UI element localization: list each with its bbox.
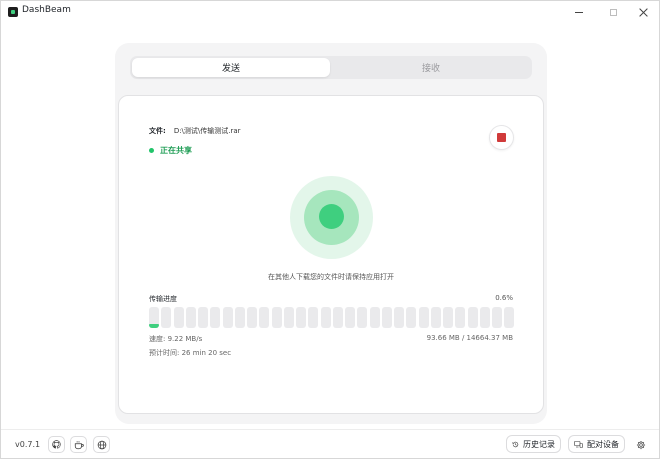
progress-block <box>222 307 233 328</box>
file-path: D:\测试\传输测试.rar <box>173 127 241 135</box>
github-button[interactable] <box>48 436 65 453</box>
history-button[interactable]: 历史记录 <box>506 435 561 453</box>
progress-block-fill <box>149 324 159 328</box>
progress-block <box>210 307 221 328</box>
history-icon <box>512 441 519 447</box>
coffee-button[interactable] <box>70 436 87 453</box>
maximize-button[interactable] <box>597 1 629 23</box>
progress-block <box>430 307 441 328</box>
history-label: 历史记录 <box>523 439 555 449</box>
progress-block <box>492 307 502 328</box>
status-text: 正在共享 <box>160 146 192 155</box>
devices-icon <box>574 440 583 448</box>
progress-block <box>185 307 196 328</box>
minimize-icon <box>575 11 583 13</box>
progress-block <box>443 307 453 328</box>
progress-block <box>504 307 515 328</box>
file-info: 文件: D:\测试\传输测试.rar <box>149 126 241 136</box>
transfer-speed: 速度: 9.22 MB/s <box>149 335 203 343</box>
file-label: 文件: <box>149 127 166 135</box>
close-button[interactable] <box>627 1 659 23</box>
app-title: DashBeam <box>22 5 71 15</box>
tab-receive[interactable]: 接收 <box>332 58 530 77</box>
progress-percent: 0.6% <box>495 294 513 302</box>
progress-block <box>308 307 319 328</box>
coffee-icon <box>74 440 84 449</box>
progress-block <box>332 307 343 328</box>
stop-icon <box>497 133 506 142</box>
status-dot-icon <box>149 148 154 153</box>
progress-block <box>173 307 184 328</box>
stop-sharing-button[interactable] <box>489 125 514 150</box>
progress-block <box>369 307 380 328</box>
pair-devices-button[interactable]: 配对设备 <box>568 435 625 453</box>
progress-block <box>296 307 306 328</box>
footer-divider <box>1 429 659 430</box>
pulse-core <box>319 204 344 229</box>
minimize-button[interactable] <box>563 1 595 23</box>
transfer-eta: 预计时间: 26 min 20 sec <box>149 349 232 357</box>
progress-block <box>455 307 466 328</box>
progress-block <box>161 307 172 328</box>
language-button[interactable] <box>93 436 110 453</box>
progress-block <box>247 307 257 328</box>
progress-blocks <box>149 307 517 328</box>
progress-block <box>259 307 270 328</box>
progress-block <box>345 307 355 328</box>
globe-icon <box>97 440 106 449</box>
progress-block <box>271 307 282 328</box>
progress-block <box>283 307 294 328</box>
progress-block <box>320 307 331 328</box>
progress-block <box>467 307 478 328</box>
github-icon <box>52 440 61 449</box>
progress-block <box>418 307 429 328</box>
keep-open-hint: 在其他人下载您的文件时请保持应用打开 <box>268 273 394 281</box>
gear-icon <box>636 440 645 449</box>
dashbeam-logo-icon <box>8 7 18 17</box>
transfer-bytes: 93.66 MB / 14664.37 MB <box>426 334 513 342</box>
pair-label: 配对设备 <box>587 439 619 449</box>
maximize-icon <box>609 8 617 16</box>
progress-block <box>198 307 208 328</box>
app-window: DashBeam 发送 接收 文件: D:\测试\传输测试.rar 正在共享 在其… <box>0 0 660 459</box>
title-bar: DashBeam <box>1 1 659 23</box>
progress-block <box>234 307 245 328</box>
share-status: 正在共享 <box>149 145 192 156</box>
progress-block <box>406 307 417 328</box>
tab-send[interactable]: 发送 <box>132 58 330 77</box>
progress-block <box>394 307 404 328</box>
progress-block <box>381 307 392 328</box>
settings-button[interactable] <box>632 436 649 453</box>
progress-block <box>149 307 159 328</box>
progress-block <box>357 307 368 328</box>
mode-tabs: 发送 接收 <box>130 56 532 79</box>
app-version: v0.7.1 <box>15 440 41 449</box>
close-icon <box>639 8 648 17</box>
progress-block <box>479 307 490 328</box>
progress-label: 传输进度 <box>149 295 177 303</box>
